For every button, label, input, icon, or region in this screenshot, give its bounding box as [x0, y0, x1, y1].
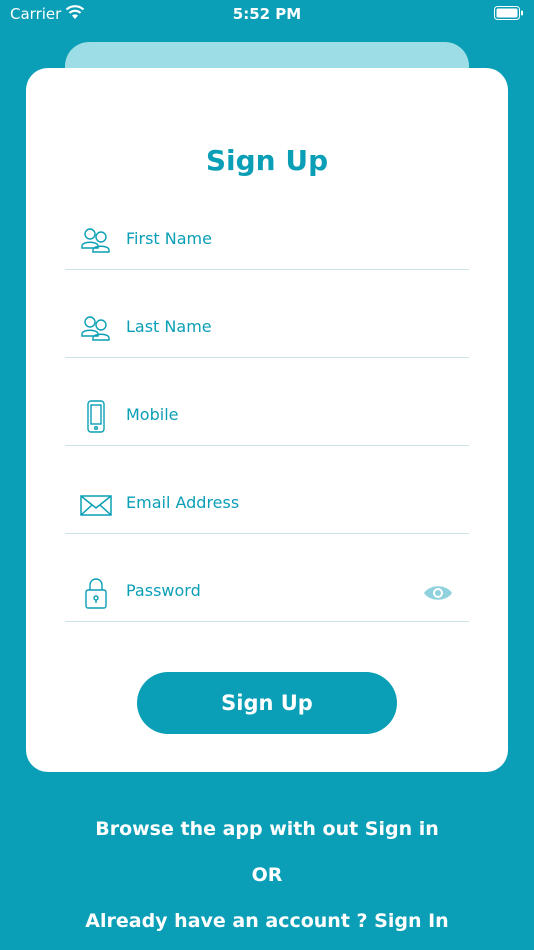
- password-placeholder: Password: [126, 581, 201, 600]
- account-prompt-text: Already have an account ?: [85, 910, 375, 932]
- users-icon: [79, 312, 113, 344]
- signin-link[interactable]: Sign In: [374, 910, 449, 932]
- signup-card: Sign Up First Name Last Name Mobile Emai…: [26, 68, 508, 772]
- lock-icon: [79, 576, 113, 609]
- or-separator: OR: [251, 864, 283, 886]
- first-name-placeholder: First Name: [126, 229, 212, 248]
- signup-button[interactable]: Sign Up: [137, 672, 397, 734]
- mobile-phone-icon: [79, 400, 113, 433]
- signin-prompt: Already have an account ? Sign In: [0, 910, 534, 932]
- page-title: Sign Up: [205, 144, 329, 177]
- email-field[interactable]: Email Address: [65, 471, 469, 534]
- status-bar: Carrier 5:52 PM: [0, 0, 534, 28]
- password-field[interactable]: Password: [65, 559, 469, 622]
- envelope-icon: [79, 488, 113, 520]
- last-name-placeholder: Last Name: [126, 317, 212, 336]
- first-name-field[interactable]: First Name: [65, 207, 469, 270]
- status-time: 5:52 PM: [232, 5, 302, 23]
- email-placeholder: Email Address: [126, 493, 240, 512]
- mobile-field[interactable]: Mobile: [65, 383, 469, 446]
- show-password-eye-icon[interactable]: [423, 583, 453, 607]
- mobile-placeholder: Mobile: [126, 405, 179, 424]
- last-name-field[interactable]: Last Name: [65, 295, 469, 358]
- browse-without-signin-link[interactable]: Browse the app with out Sign in: [0, 818, 534, 840]
- users-icon: [79, 224, 113, 256]
- battery-icon: [494, 6, 524, 24]
